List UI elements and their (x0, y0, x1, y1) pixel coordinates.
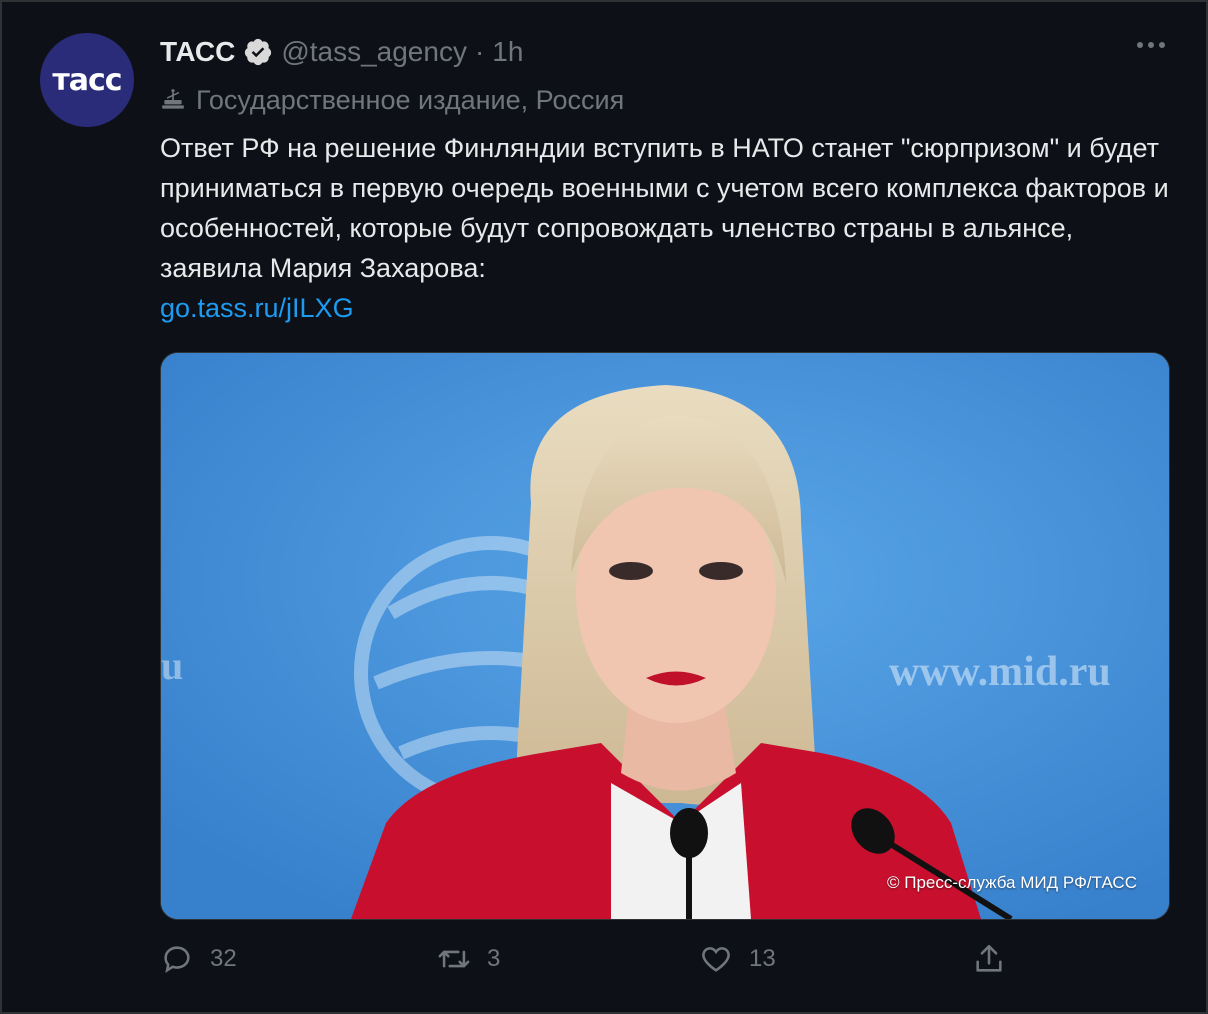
account-name[interactable]: ТАСС (160, 34, 235, 70)
tweet-actions: 32 3 13 (2, 942, 1206, 992)
like-count: 13 (749, 945, 776, 972)
avatar-logo-text: тасс (52, 62, 122, 98)
separator-dot: · (474, 36, 485, 67)
tweet-header: ТАСС @tass_agency · 1h (160, 34, 523, 70)
retweet-button[interactable]: 3 (437, 942, 500, 976)
photo-illustration: www.mid.ru u (161, 353, 1169, 919)
state-media-label[interactable]: Государственное издание, Россия (160, 82, 624, 118)
reply-icon (164, 946, 190, 973)
retweet-count: 3 (487, 945, 501, 972)
verified-badge-icon (245, 38, 272, 66)
more-options-icon[interactable] (1137, 42, 1165, 48)
tweet-photo[interactable]: www.mid.ru u © Пресс-служба МИД РФ/ТАСС (160, 352, 1170, 920)
account-handle[interactable]: @tass_agency (281, 34, 467, 70)
background-website-text: www.mid.ru (889, 649, 1111, 695)
timestamp[interactable]: 1h (492, 34, 523, 70)
reply-count: 32 (210, 945, 237, 972)
photo-credit: © Пресс-служба МИД РФ/ТАСС (887, 873, 1137, 892)
retweet-icon (438, 950, 470, 968)
tweet-link[interactable]: go.tass.ru/jILXG (160, 290, 354, 326)
state-media-label-text: Государственное издание, Россия (196, 85, 625, 115)
avatar[interactable]: тасс (40, 33, 134, 127)
share-button[interactable] (972, 942, 1006, 976)
tweet-card[interactable]: тасс ТАСС @tass_agency · 1h Государствен… (0, 0, 1208, 1014)
heart-icon (702, 947, 730, 972)
like-button[interactable]: 13 (699, 942, 776, 976)
share-icon (976, 944, 1002, 972)
background-text-left: u (161, 643, 183, 688)
tweet-text: Ответ РФ на решение Финляндии вступить в… (160, 133, 1169, 283)
reply-button[interactable]: 32 (160, 942, 237, 976)
state-media-icon (162, 89, 184, 109)
